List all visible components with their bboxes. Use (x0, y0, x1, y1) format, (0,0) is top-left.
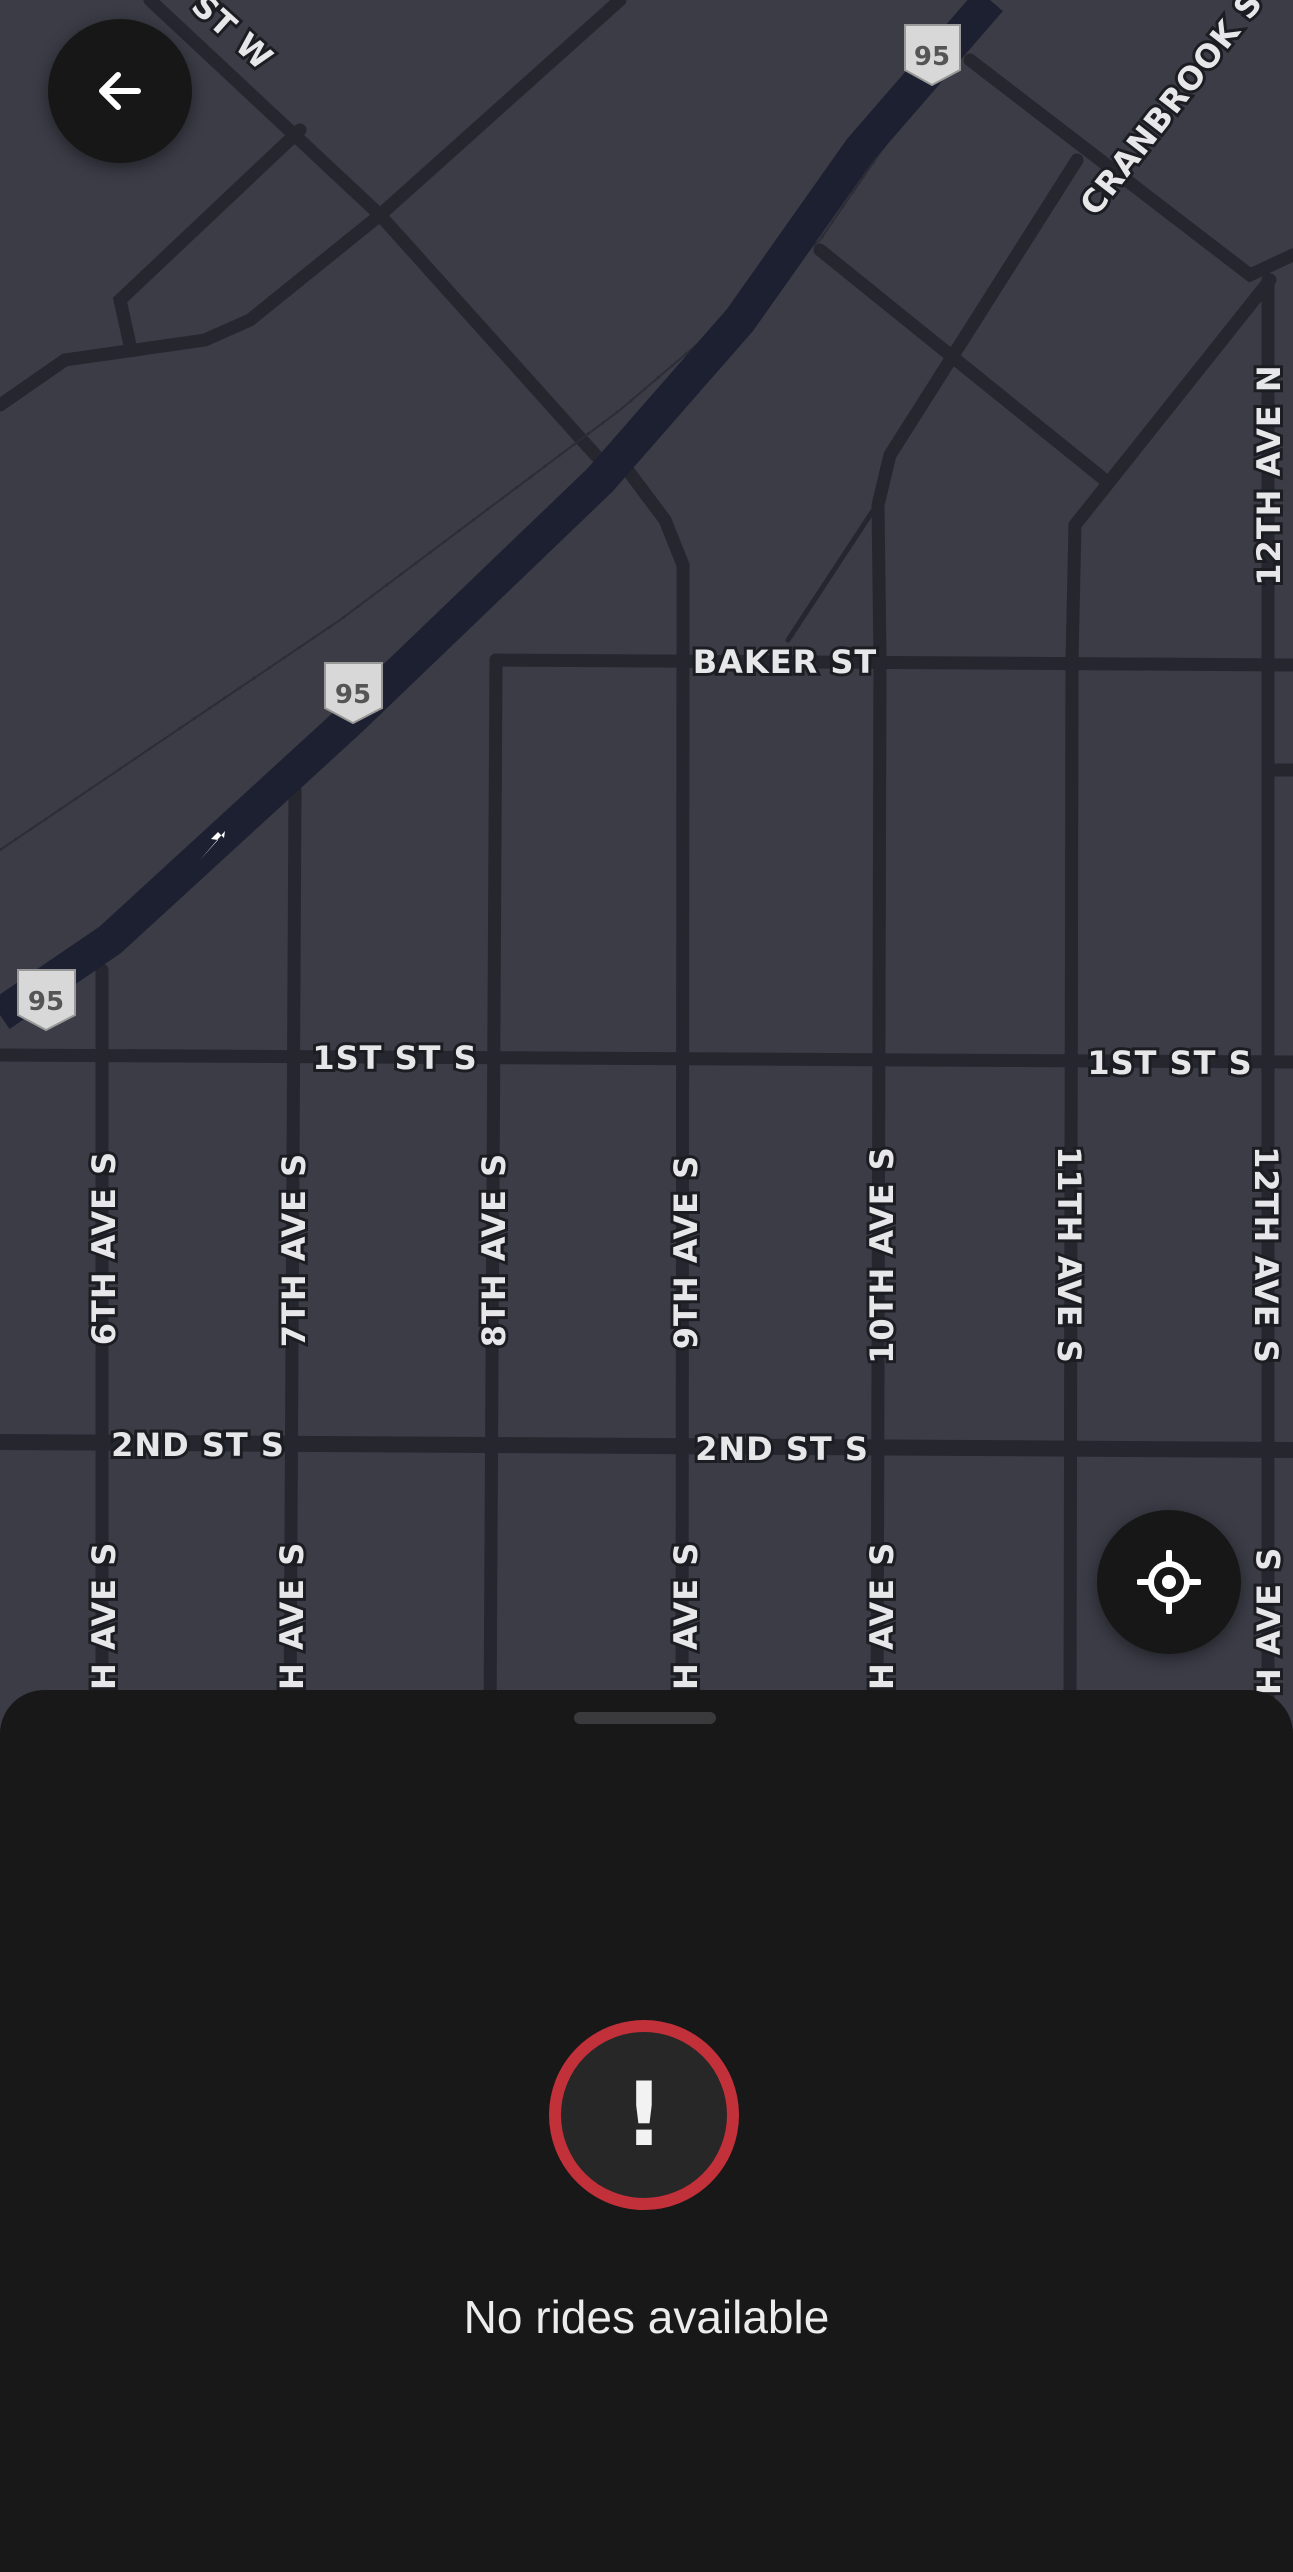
street-label: 10TH AVE S (863, 1146, 901, 1364)
street-label: BAKER ST (693, 643, 877, 681)
street-label: 7TH AVE S (275, 1153, 313, 1347)
street-label: 6TH AVE S (85, 1151, 123, 1345)
road (489, 653, 1293, 672)
street-label: 11TH AVE S (1050, 1146, 1088, 1364)
back-button[interactable] (48, 19, 192, 163)
map-view[interactable]: 95 95 95 ST W CRANBROOK S 12TH AVE N BAK… (0, 0, 1293, 1720)
street-label: H AVE S (85, 1542, 123, 1690)
street-label: 2ND ST S (695, 1430, 869, 1468)
shield-number: 95 (335, 680, 371, 710)
shield-number: 95 (28, 987, 64, 1017)
shield-number: 95 (914, 42, 950, 72)
bottom-sheet[interactable]: ! No rides available (0, 1690, 1293, 2572)
street-label: 12TH AVE N (1250, 364, 1288, 585)
street-label: H AVE S (863, 1542, 901, 1690)
street-label: H AVE S (1250, 1547, 1288, 1695)
no-rides-message: No rides available (463, 2291, 830, 2343)
street-label: H AVE S (273, 1542, 311, 1690)
crosshair-icon (1137, 1550, 1201, 1614)
arrow-left-icon (99, 72, 141, 110)
street-label: 9TH AVE S (667, 1155, 705, 1349)
street-label: 1ST ST S (1087, 1044, 1252, 1082)
locate-me-button[interactable] (1097, 1510, 1241, 1654)
street-label: 1ST ST S (312, 1039, 477, 1077)
street-label: H AVE S (667, 1542, 705, 1690)
street-label: 12TH AVE S (1247, 1146, 1285, 1364)
alert-glyph: ! (623, 2063, 665, 2166)
sheet-drag-handle[interactable] (574, 1712, 716, 1724)
street-label: 2ND ST S (111, 1426, 285, 1464)
street-label: 8TH AVE S (475, 1153, 513, 1347)
map-canvas[interactable]: 95 95 95 ST W CRANBROOK S 12TH AVE N BAK… (0, 0, 1293, 1720)
exclamation-icon: ! (549, 2020, 739, 2210)
